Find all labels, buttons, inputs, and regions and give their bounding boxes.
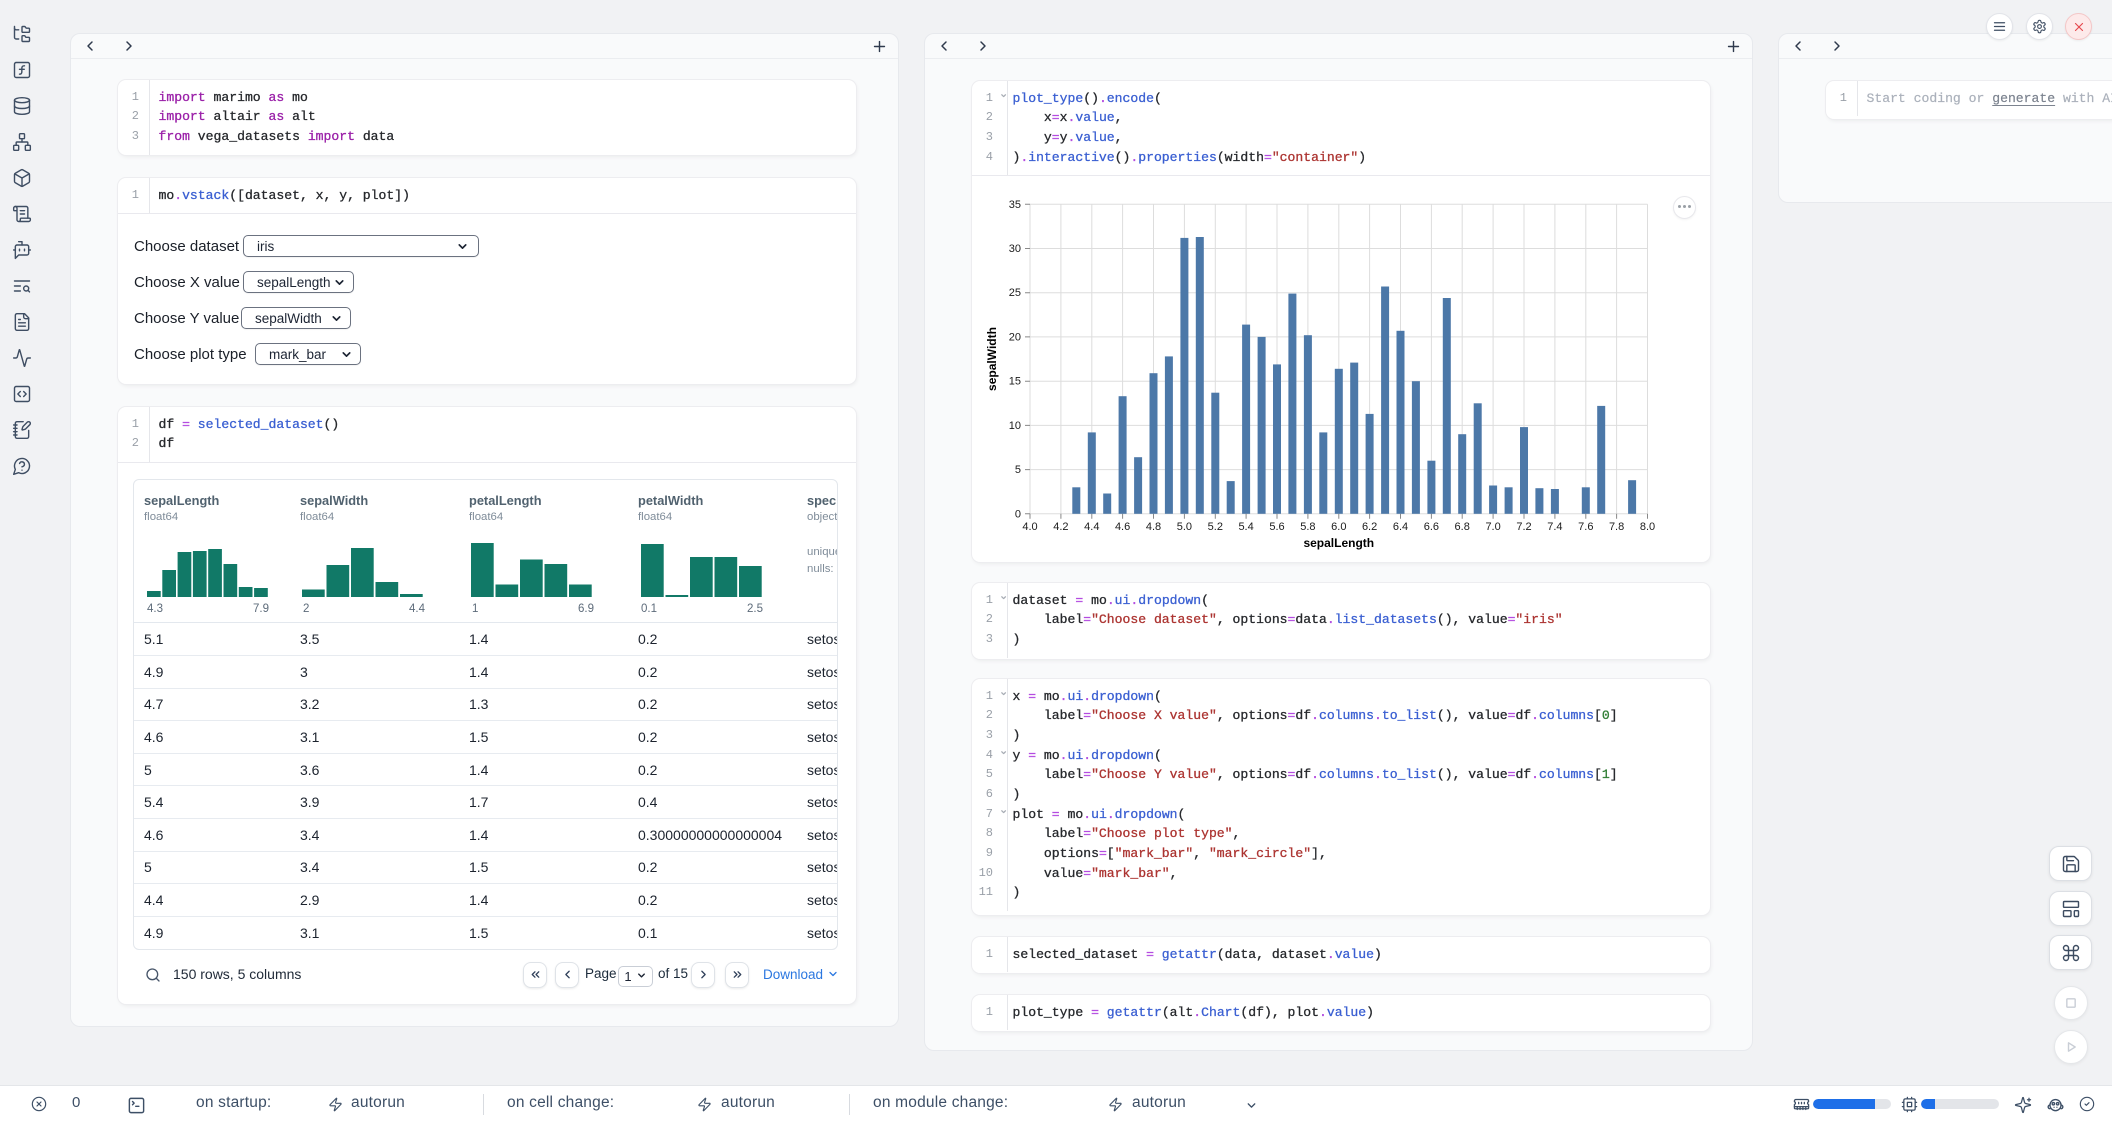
svg-text:6.2: 6.2 <box>1362 521 1377 533</box>
svg-text:0: 0 <box>1015 508 1021 520</box>
svg-text:20: 20 <box>1009 331 1021 343</box>
svg-text:7.6: 7.6 <box>1578 521 1593 533</box>
svg-text:5.0: 5.0 <box>1177 521 1192 533</box>
svg-text:4.2: 4.2 <box>1053 521 1068 533</box>
svg-text:8.0: 8.0 <box>1640 521 1655 533</box>
svg-text:6.4: 6.4 <box>1393 521 1408 533</box>
svg-text:7.8: 7.8 <box>1609 521 1624 533</box>
svg-text:sepalLength: sepalLength <box>1303 536 1374 550</box>
svg-text:7.0: 7.0 <box>1485 521 1500 533</box>
svg-text:5.6: 5.6 <box>1269 521 1284 533</box>
svg-text:5.2: 5.2 <box>1208 521 1223 533</box>
svg-text:5.4: 5.4 <box>1238 521 1253 533</box>
svg-text:10: 10 <box>1009 420 1021 432</box>
svg-text:sepalWidth: sepalWidth <box>985 327 999 391</box>
svg-text:4.4: 4.4 <box>1084 521 1099 533</box>
svg-text:6.8: 6.8 <box>1455 521 1470 533</box>
svg-text:15: 15 <box>1009 376 1021 388</box>
svg-text:6.6: 6.6 <box>1424 521 1439 533</box>
svg-text:7.4: 7.4 <box>1547 521 1562 533</box>
svg-text:6.0: 6.0 <box>1331 521 1346 533</box>
svg-text:30: 30 <box>1009 243 1021 255</box>
svg-text:4.6: 4.6 <box>1115 521 1130 533</box>
svg-text:35: 35 <box>1009 199 1021 211</box>
svg-text:4.8: 4.8 <box>1146 521 1161 533</box>
svg-text:5.8: 5.8 <box>1300 521 1315 533</box>
svg-text:25: 25 <box>1009 287 1021 299</box>
svg-text:7.2: 7.2 <box>1516 521 1531 533</box>
svg-text:5: 5 <box>1015 464 1021 476</box>
svg-text:4.0: 4.0 <box>1022 521 1037 533</box>
